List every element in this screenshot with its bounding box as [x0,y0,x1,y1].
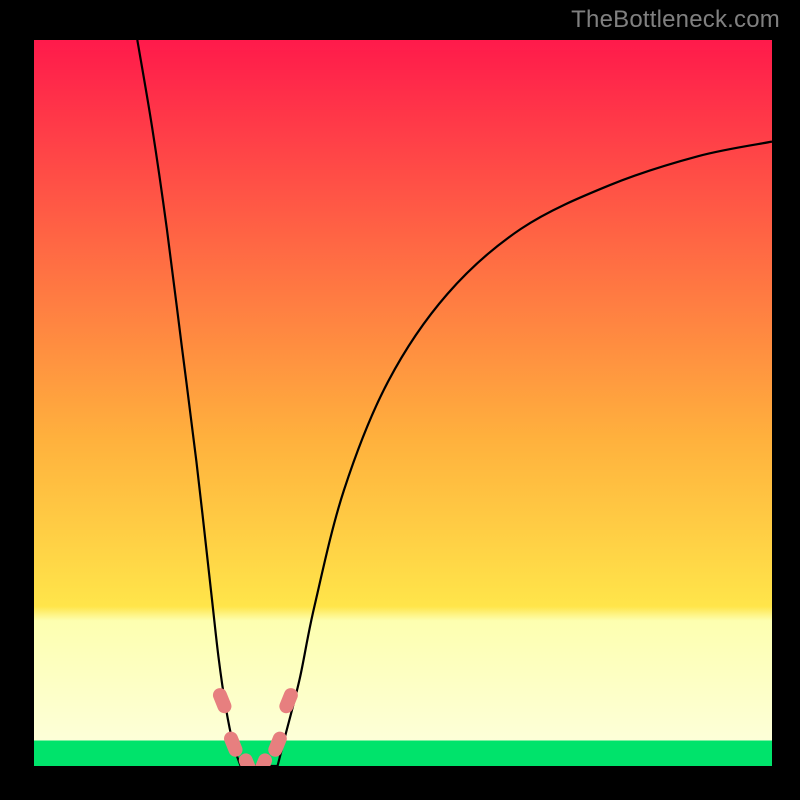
gradient-bg [34,40,772,766]
plot-area [34,40,772,766]
chart-frame: TheBottleneck.com [0,0,800,800]
watermark-text: TheBottleneck.com [571,6,780,34]
chart-svg [34,40,772,766]
